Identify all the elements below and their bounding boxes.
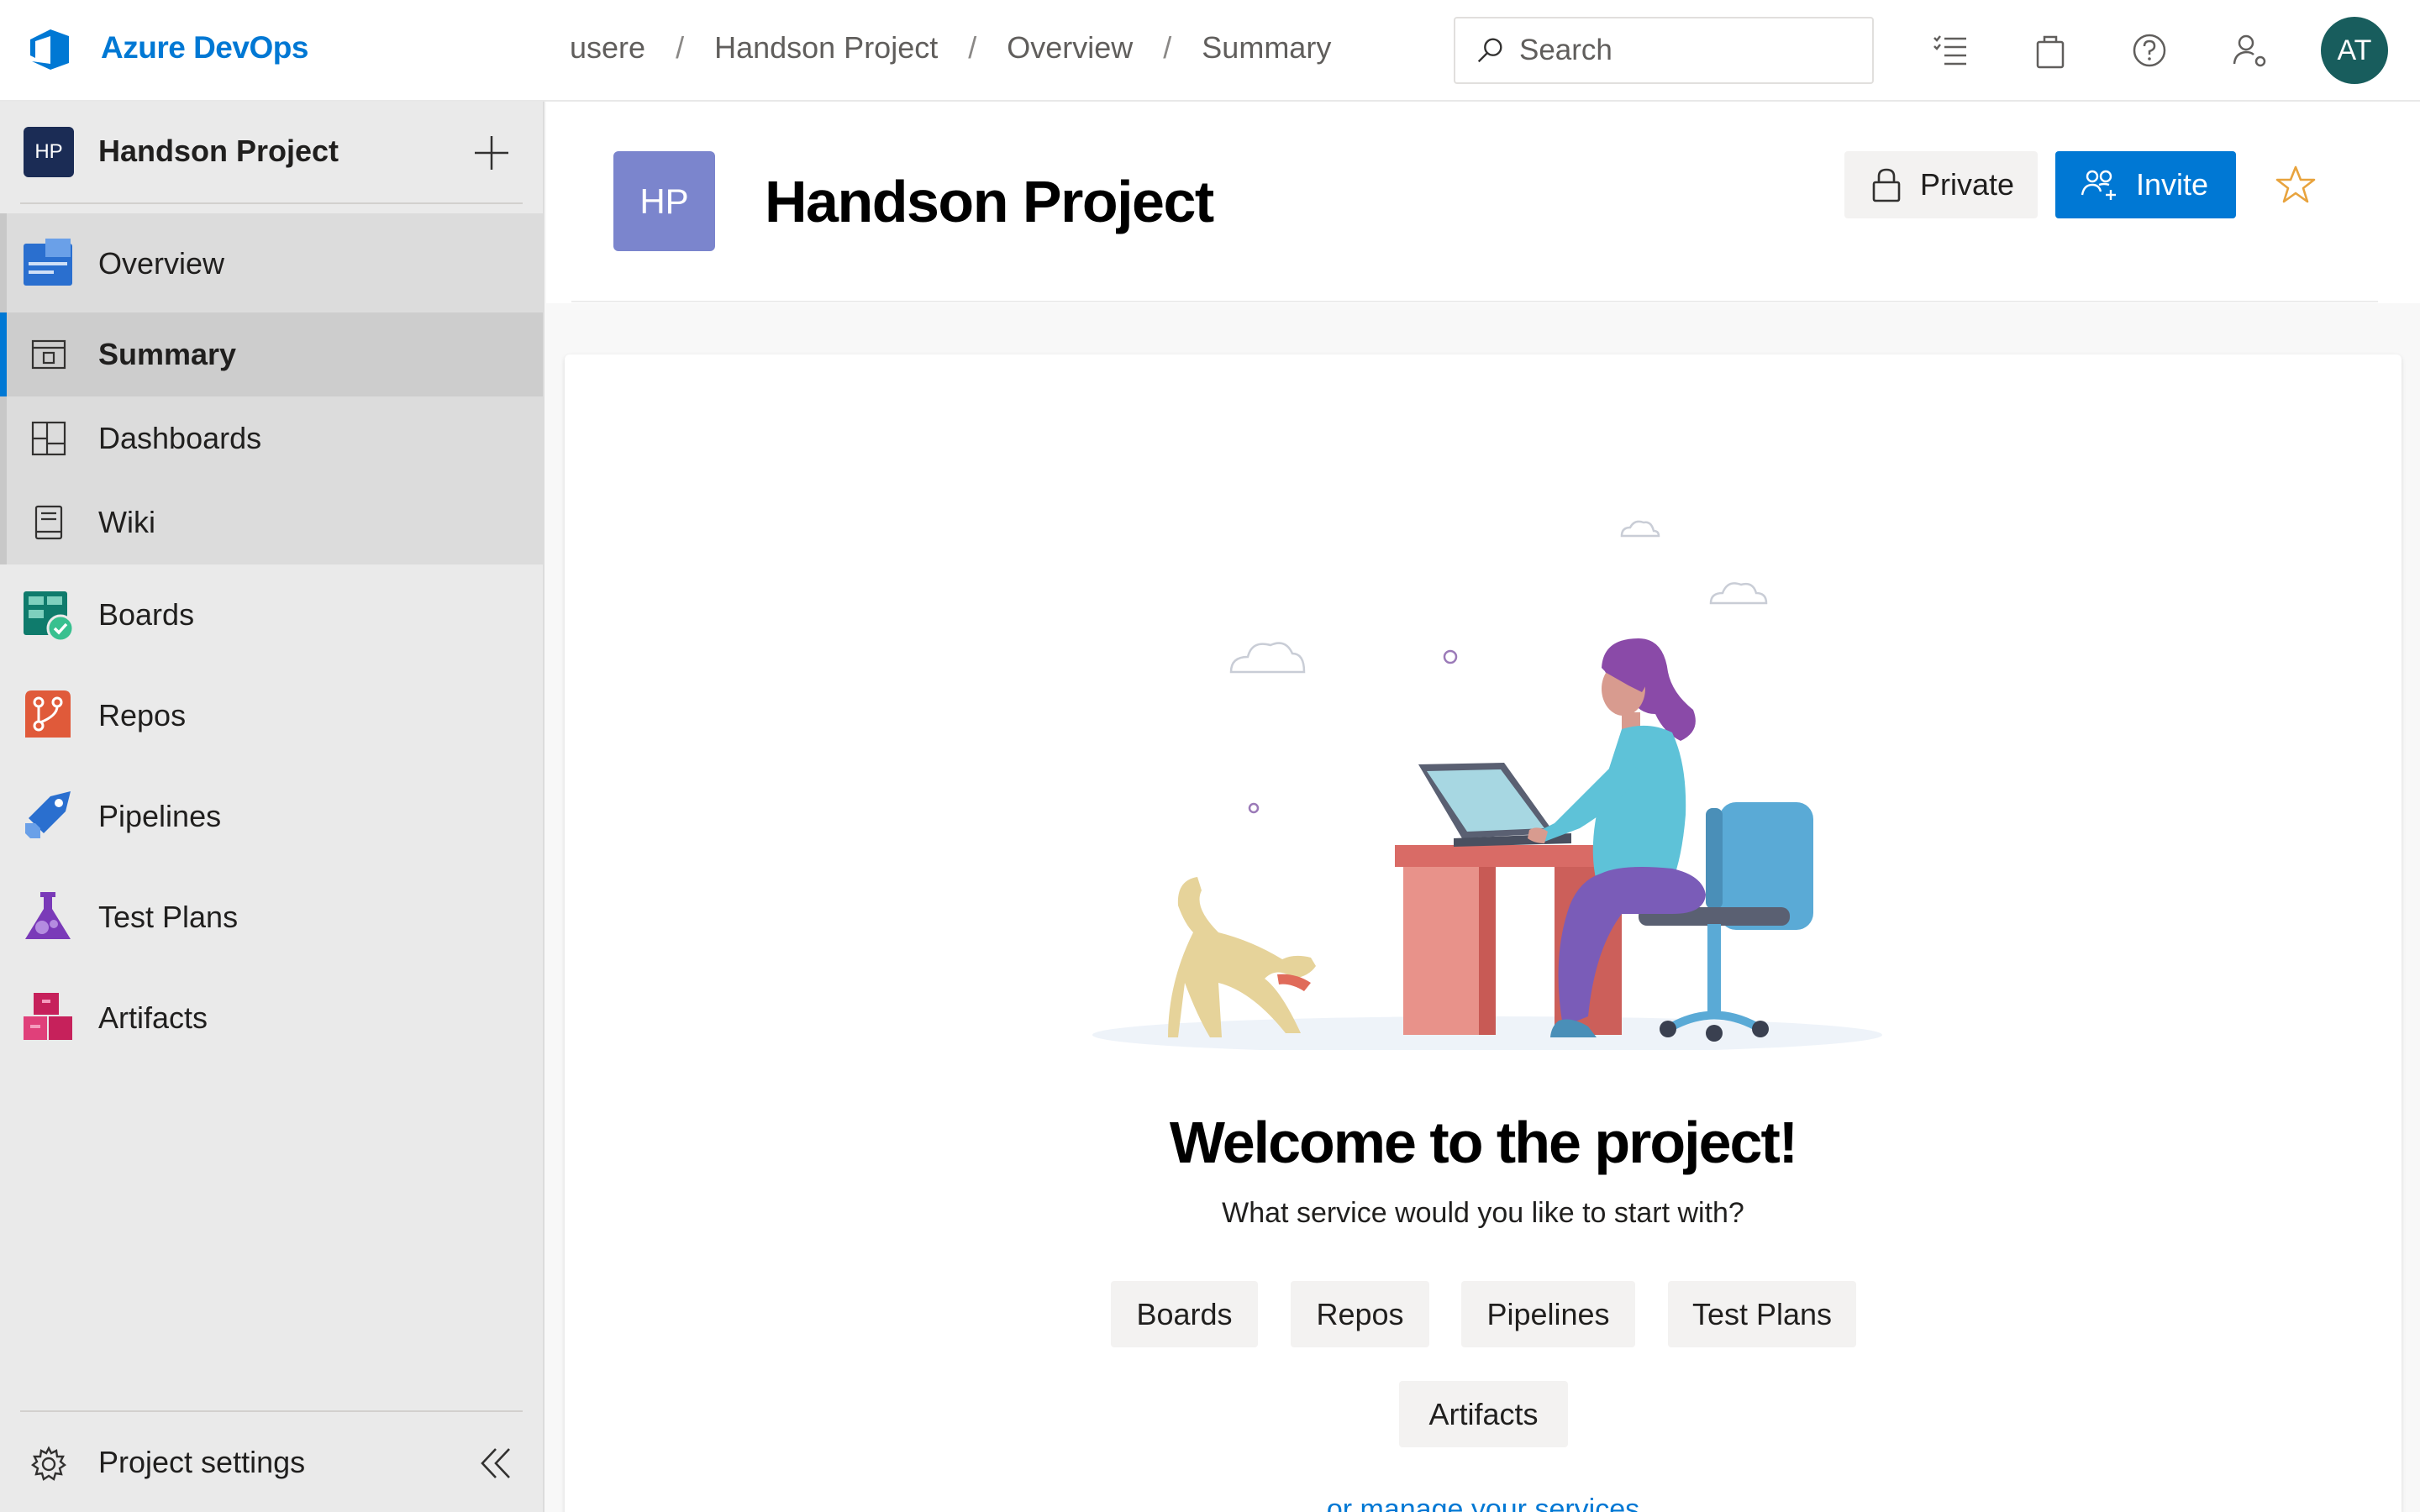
sidebar-item-pipelines[interactable]: Pipelines (0, 766, 543, 867)
service-button-test-plans[interactable]: Test Plans (1668, 1281, 1856, 1347)
service-button-pipelines[interactable]: Pipelines (1461, 1281, 1635, 1347)
brand-name[interactable]: Azure DevOps (101, 30, 308, 66)
breadcrumb-separator: / (968, 30, 977, 65)
sidebar-item-artifacts[interactable]: Artifacts (0, 968, 543, 1068)
marketplace-bag-icon[interactable] (2030, 30, 2070, 71)
search-box[interactable] (1454, 17, 1874, 84)
sidebar: HP Handson Project Overview Summary Dash… (0, 102, 544, 1512)
lock-icon (1872, 168, 1901, 202)
sidebar-item-label: Wiki (98, 505, 155, 539)
selection-indicator (0, 312, 7, 396)
welcome-subtitle: What service would you like to start wit… (1222, 1197, 1744, 1229)
collapse-sidebar-icon[interactable] (476, 1444, 514, 1483)
work-items-icon[interactable] (1931, 30, 1971, 71)
sidebar-item-label: Repos (98, 698, 187, 732)
sidebar-item-label: Boards (98, 597, 195, 632)
search-input[interactable] (1519, 34, 1855, 67)
manage-services-link[interactable]: or manage your services (565, 1494, 2402, 1512)
user-settings-icon[interactable] (2230, 30, 2270, 71)
dashboards-icon (31, 421, 66, 456)
overview-icon (24, 239, 72, 286)
summary-icon (31, 339, 66, 370)
welcome-heading: Welcome to the project! (1169, 1110, 1798, 1175)
test-plans-icon (25, 892, 71, 939)
sidebar-divider (20, 202, 523, 204)
gear-icon (30, 1446, 67, 1481)
artifacts-icon (24, 993, 72, 1040)
sidebar-item-label: Summary (98, 337, 237, 371)
boards-icon (24, 591, 74, 642)
breadcrumb-org[interactable]: usere (570, 30, 645, 66)
invite-people-icon (2081, 170, 2116, 200)
invite-label: Invite (2136, 167, 2209, 202)
repos-icon (25, 690, 71, 738)
wiki-icon (34, 505, 63, 540)
private-button[interactable]: Private (1844, 151, 2038, 218)
pipelines-icon (25, 791, 71, 838)
top-bar: Azure DevOps usere / Handson Project / O… (0, 0, 2420, 102)
page-title: Handson Project (765, 169, 1214, 234)
welcome-illustration (1092, 520, 1882, 1050)
sidebar-item-label: Dashboards (98, 421, 262, 455)
sidebar-item-label: Pipelines (98, 799, 222, 833)
sidebar-item-label: Artifacts (98, 1000, 208, 1035)
sidebar-item-label: Overview (98, 246, 225, 281)
project-settings-label: Project settings (98, 1445, 306, 1479)
service-button-artifacts[interactable]: Artifacts (1399, 1381, 1568, 1447)
sidebar-item-overview[interactable]: Overview (0, 213, 543, 314)
add-icon[interactable] (471, 132, 513, 174)
avatar[interactable]: AT (2321, 17, 2388, 84)
sidebar-item-wiki[interactable]: Wiki (0, 480, 543, 564)
sidebar-item-label: Test Plans (98, 900, 239, 934)
breadcrumb-overview[interactable]: Overview (1007, 30, 1133, 66)
sidebar-item-dashboards[interactable]: Dashboards (0, 396, 543, 480)
favorite-star-icon[interactable] (2275, 164, 2317, 206)
service-button-repos[interactable]: Repos (1291, 1281, 1429, 1347)
invite-button[interactable]: Invite (2055, 151, 2236, 218)
project-tile: HP (613, 151, 715, 251)
project-badge[interactable]: HP (24, 127, 74, 177)
service-button-boards[interactable]: Boards (1111, 1281, 1258, 1347)
breadcrumb-separator: / (1163, 30, 1172, 65)
help-icon[interactable] (2129, 30, 2170, 71)
search-icon (1477, 38, 1502, 63)
azure-devops-logo-icon[interactable] (25, 24, 76, 75)
sidebar-item-summary[interactable]: Summary (0, 312, 543, 396)
breadcrumb-summary[interactable]: Summary (1202, 30, 1331, 66)
breadcrumb-separator: / (676, 30, 685, 65)
header-divider (571, 301, 2378, 302)
sidebar-item-test-plans[interactable]: Test Plans (0, 867, 543, 968)
sidebar-item-repos[interactable]: Repos (0, 665, 543, 766)
project-name[interactable]: Handson Project (98, 134, 339, 169)
sidebar-item-boards[interactable]: Boards (0, 564, 543, 665)
breadcrumb-project[interactable]: Handson Project (714, 30, 938, 66)
private-label: Private (1920, 167, 2015, 202)
project-header: HP Handson Project (0, 102, 543, 202)
breadcrumb: usere / Handson Project / Overview / Sum… (570, 30, 1331, 66)
project-settings[interactable]: Project settings (0, 1412, 543, 1512)
